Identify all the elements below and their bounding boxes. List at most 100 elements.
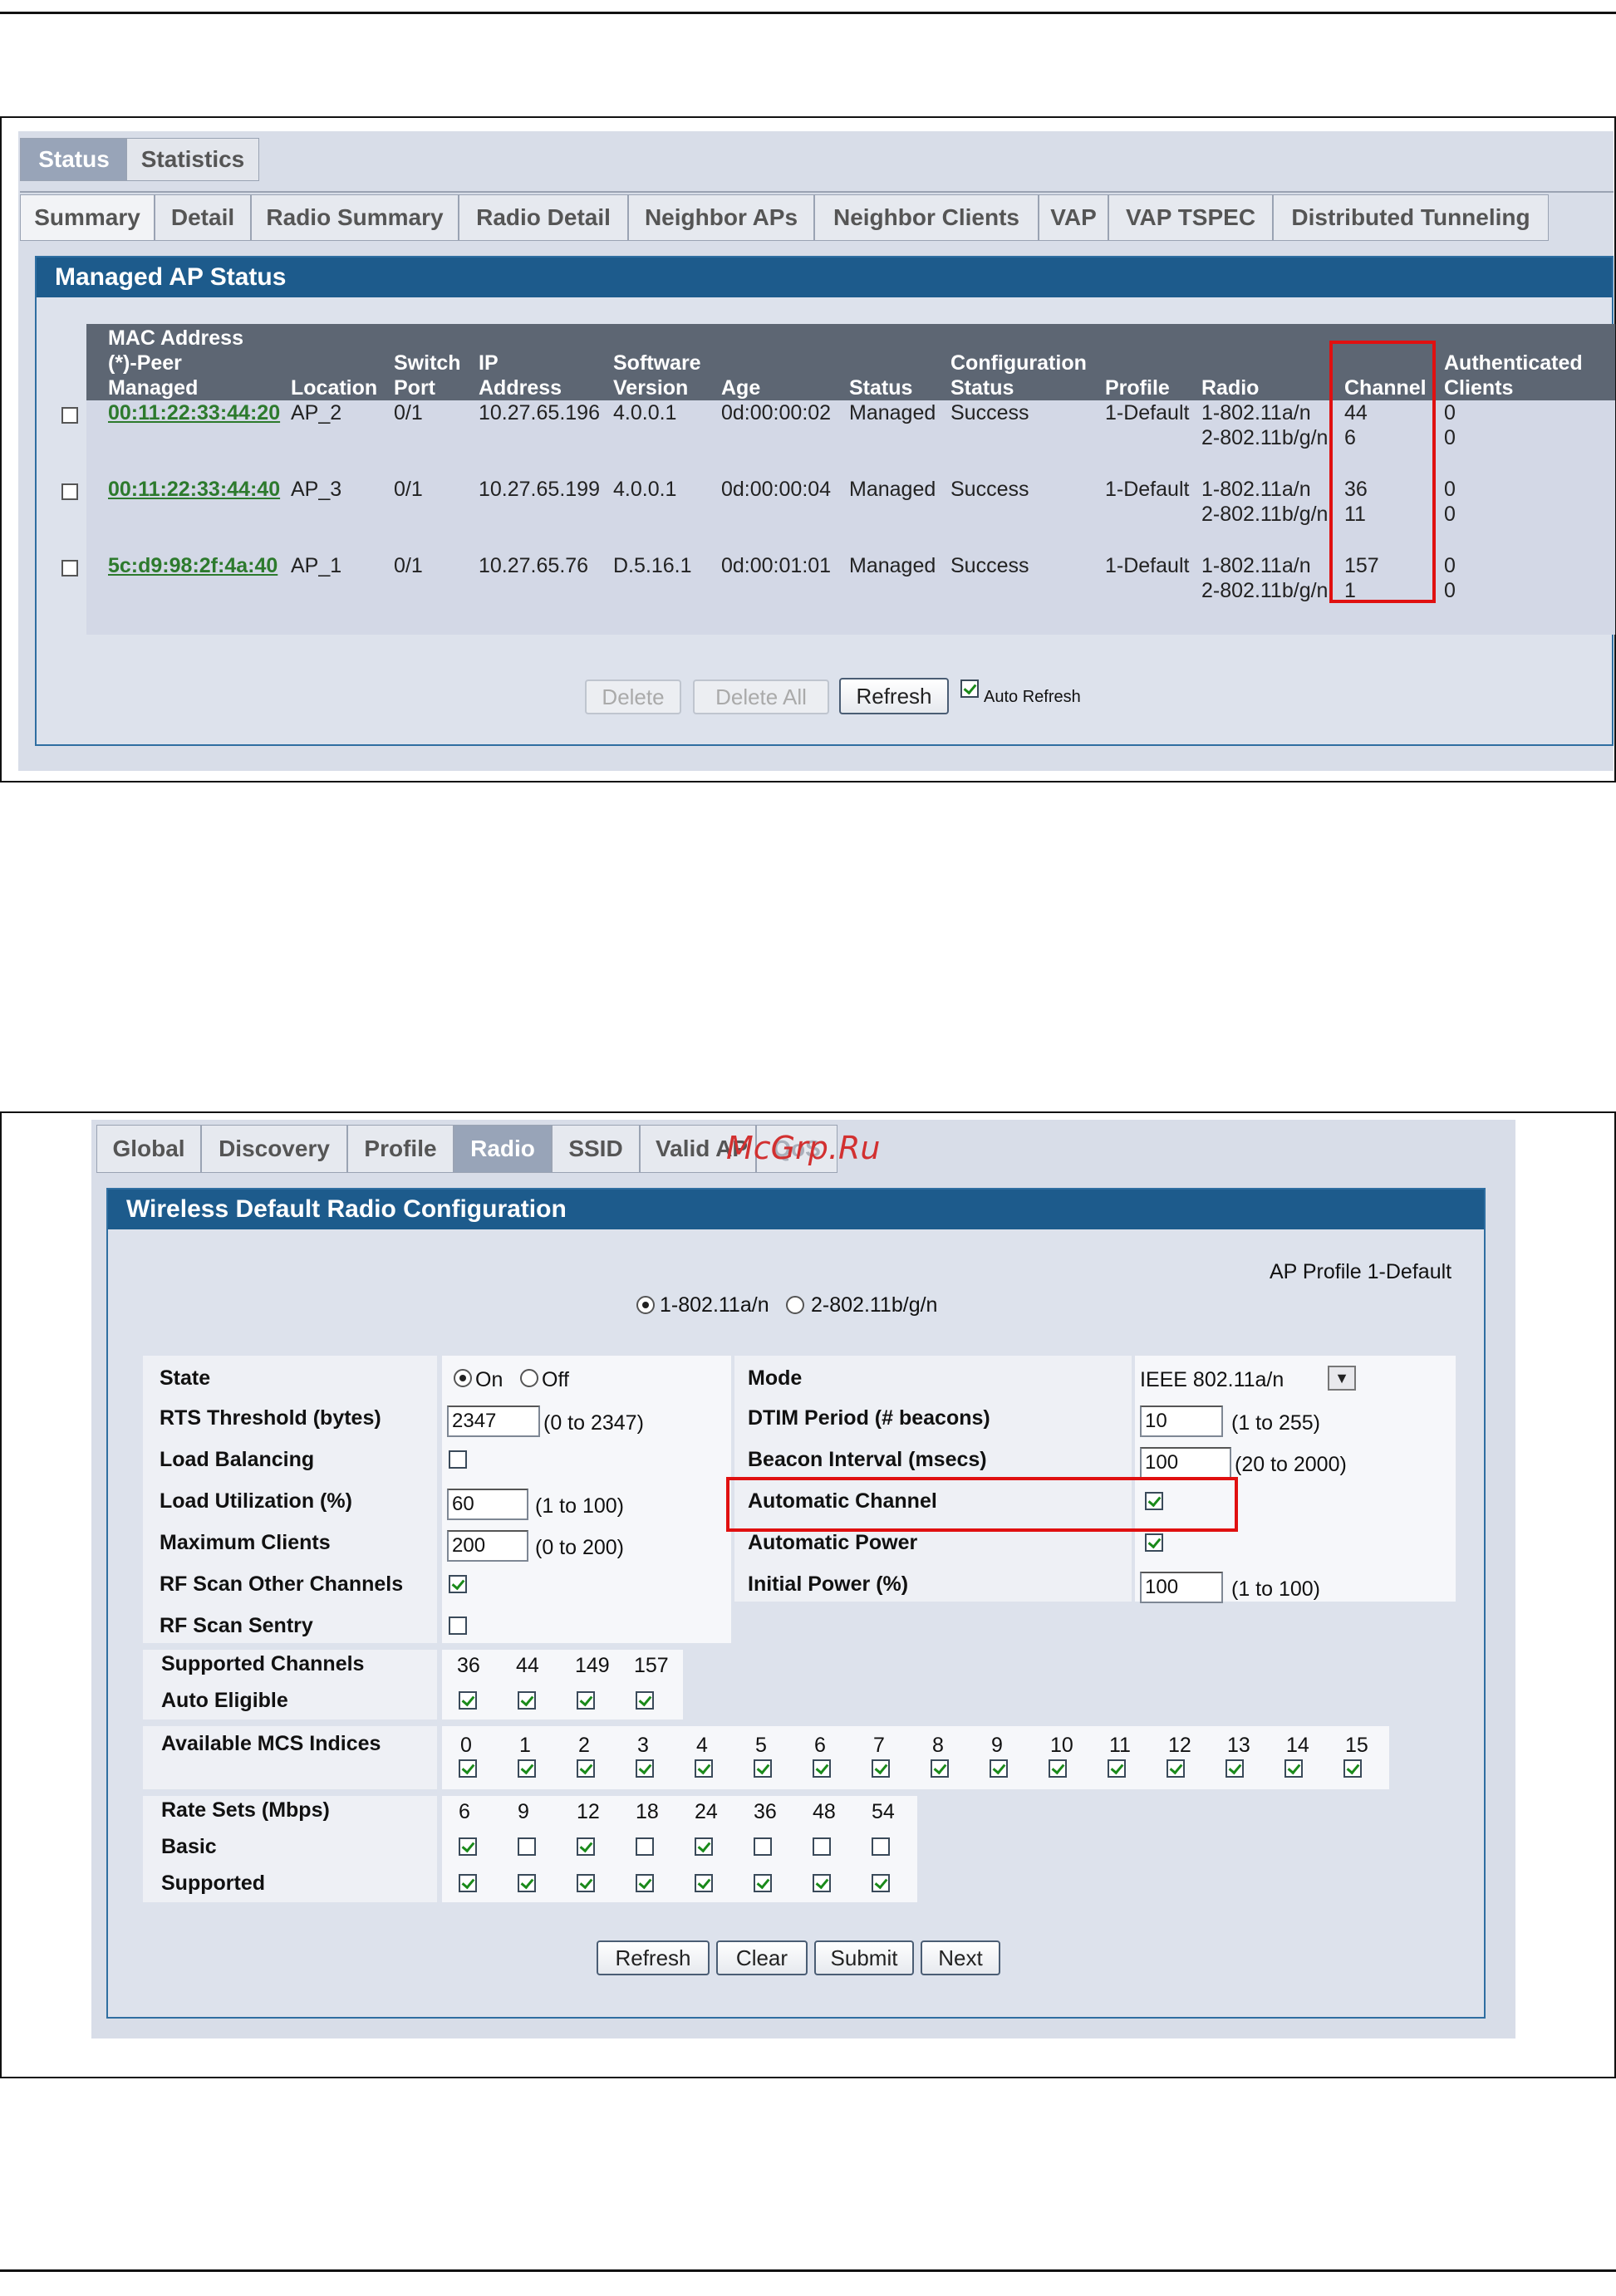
mode-select-value[interactable]: IEEE 802.11a/n [1140, 1367, 1284, 1392]
tab-detail[interactable]: Detail [155, 194, 251, 241]
state-off-radio[interactable] [520, 1369, 538, 1387]
mcs-index-checkbox[interactable] [1167, 1759, 1185, 1778]
col-header-config-status: Status [950, 376, 1014, 400]
automatic-power-checkbox[interactable] [1145, 1533, 1163, 1552]
supported-rate-checkbox[interactable] [459, 1874, 477, 1892]
radio-option-1[interactable] [636, 1296, 655, 1314]
tab-statistics[interactable]: Statistics [126, 138, 259, 181]
tab-neighbor-aps[interactable]: Neighbor APs [628, 194, 814, 241]
auto-refresh-checkbox[interactable] [960, 679, 979, 698]
initial-power-input[interactable]: 100 [1140, 1572, 1223, 1603]
rf-scan-sentry-checkbox[interactable] [449, 1617, 467, 1635]
mcs-index-checkbox[interactable] [813, 1759, 831, 1778]
cell-port: 0/1 [394, 401, 423, 424]
refresh-button[interactable]: Refresh [597, 1940, 710, 1975]
col-header-location: Location [291, 376, 378, 400]
clear-button[interactable]: Clear [716, 1940, 808, 1975]
cell-ip: 10.27.65.199 [479, 478, 600, 501]
tab-global[interactable]: Global [96, 1125, 201, 1173]
rf-scan-other-channels-label: RF Scan Other Channels [160, 1572, 404, 1596]
auto-eligible-checkbox[interactable] [577, 1691, 595, 1710]
mcs-index-checkbox[interactable] [459, 1759, 477, 1778]
mcs-index-checkbox[interactable] [754, 1759, 772, 1778]
max-clients-input[interactable]: 200 [447, 1530, 528, 1562]
submit-button[interactable]: Submit [814, 1940, 914, 1975]
col-header-software: Software [613, 351, 701, 375]
tab-profile[interactable]: Profile [347, 1125, 454, 1173]
row-select-checkbox[interactable] [61, 407, 78, 424]
basic-rate-checkbox[interactable] [459, 1837, 477, 1856]
supported-rate-checkbox[interactable] [813, 1874, 831, 1892]
row-select-checkbox[interactable] [61, 483, 78, 500]
basic-rate-checkbox[interactable] [813, 1837, 831, 1856]
refresh-button[interactable]: Refresh [839, 678, 949, 714]
basic-rate-checkbox[interactable] [695, 1837, 713, 1856]
rts-threshold-input[interactable]: 2347 [447, 1406, 540, 1437]
radio-option-2[interactable] [786, 1296, 804, 1314]
cell-port: 0/1 [394, 554, 423, 577]
mcs-index-checkbox[interactable] [636, 1759, 654, 1778]
row-select-checkbox[interactable] [61, 560, 78, 576]
delete-all-button[interactable]: Delete All [693, 679, 829, 714]
tab-neighbor-clients[interactable]: Neighbor Clients [814, 194, 1039, 241]
tab-distributed-tunneling[interactable]: Distributed Tunneling [1273, 194, 1549, 241]
basic-rate-checkbox[interactable] [872, 1837, 890, 1856]
tab-label: Global [112, 1136, 185, 1161]
mac-link[interactable]: 00:11:22:33:44:40 [108, 477, 280, 502]
rf-scan-other-channels-checkbox[interactable] [449, 1575, 467, 1593]
load-utilization-label: Load Utilization (%) [160, 1489, 352, 1513]
tab-ssid[interactable]: SSID [552, 1125, 640, 1173]
mcs-index-checkbox[interactable] [518, 1759, 536, 1778]
supported-rate-checkbox[interactable] [518, 1874, 536, 1892]
mode-dropdown-icon[interactable]: ▼ [1328, 1366, 1356, 1391]
auto-eligible-checkbox[interactable] [518, 1691, 536, 1710]
supported-rate-checkbox[interactable] [695, 1874, 713, 1892]
col-header-address: Address [479, 376, 562, 400]
max-clients-range: (0 to 200) [535, 1536, 625, 1559]
tab-vap[interactable]: VAP [1039, 194, 1108, 241]
tab-radio[interactable]: Radio [454, 1125, 552, 1173]
supported-rate-checkbox[interactable] [577, 1874, 595, 1892]
supported-rate-checkbox[interactable] [754, 1874, 772, 1892]
beacon-interval-input[interactable]: 100 [1140, 1447, 1231, 1479]
mcs-index-checkbox[interactable] [931, 1759, 949, 1778]
initial-power-range: (1 to 100) [1231, 1577, 1321, 1601]
tab-status[interactable]: Status [20, 138, 128, 181]
tab-summary[interactable]: Summary [20, 194, 155, 241]
rate-sets-label: Rate Sets (Mbps) [161, 1798, 330, 1822]
cell-config-status: Success [950, 478, 1029, 501]
col-header-version: Version [613, 376, 689, 400]
mcs-index-checkbox[interactable] [695, 1759, 713, 1778]
supported-rate-checkbox[interactable] [872, 1874, 890, 1892]
basic-rate-checkbox[interactable] [636, 1837, 654, 1856]
mcs-index-checkbox[interactable] [1108, 1759, 1126, 1778]
mcs-index-checkbox[interactable] [1049, 1759, 1067, 1778]
mac-link[interactable]: 00:11:22:33:44:20 [108, 400, 280, 425]
auto-eligible-checkbox[interactable] [636, 1691, 654, 1710]
mcs-index-checkbox[interactable] [1226, 1759, 1244, 1778]
basic-rate-checkbox[interactable] [577, 1837, 595, 1856]
mcs-index-checkbox[interactable] [1284, 1759, 1303, 1778]
dtim-period-input[interactable]: 10 [1140, 1406, 1223, 1437]
supported-rate-checkbox[interactable] [636, 1874, 654, 1892]
supported-channels-label: Supported Channels [161, 1652, 365, 1675]
tab-radio-detail[interactable]: Radio Detail [459, 194, 628, 241]
mac-link[interactable]: 5c:d9:98:2f:4a:40 [108, 553, 278, 578]
state-on-radio[interactable] [454, 1369, 472, 1387]
basic-rate-checkbox[interactable] [754, 1837, 772, 1856]
delete-button[interactable]: Delete [585, 679, 681, 714]
load-utilization-input[interactable]: 60 [447, 1489, 528, 1520]
basic-rate-checkbox[interactable] [518, 1837, 536, 1856]
screenshot-radio-configuration: Global Discovery Profile Radio SSID Vali… [0, 1111, 1616, 2078]
load-balancing-checkbox[interactable] [449, 1450, 467, 1469]
tab-radio-summary[interactable]: Radio Summary [251, 194, 459, 241]
auto-eligible-checkbox[interactable] [459, 1691, 477, 1710]
tab-vap-tspec[interactable]: VAP TSPEC [1108, 194, 1273, 241]
mcs-index-checkbox[interactable] [990, 1759, 1008, 1778]
mcs-index-checkbox[interactable] [872, 1759, 890, 1778]
mcs-index-checkbox[interactable] [577, 1759, 595, 1778]
next-button[interactable]: Next [921, 1940, 1000, 1975]
mcs-index-checkbox[interactable] [1343, 1759, 1362, 1778]
tab-discovery[interactable]: Discovery [201, 1125, 347, 1173]
mcs-index-value: 0 [460, 1734, 472, 1757]
